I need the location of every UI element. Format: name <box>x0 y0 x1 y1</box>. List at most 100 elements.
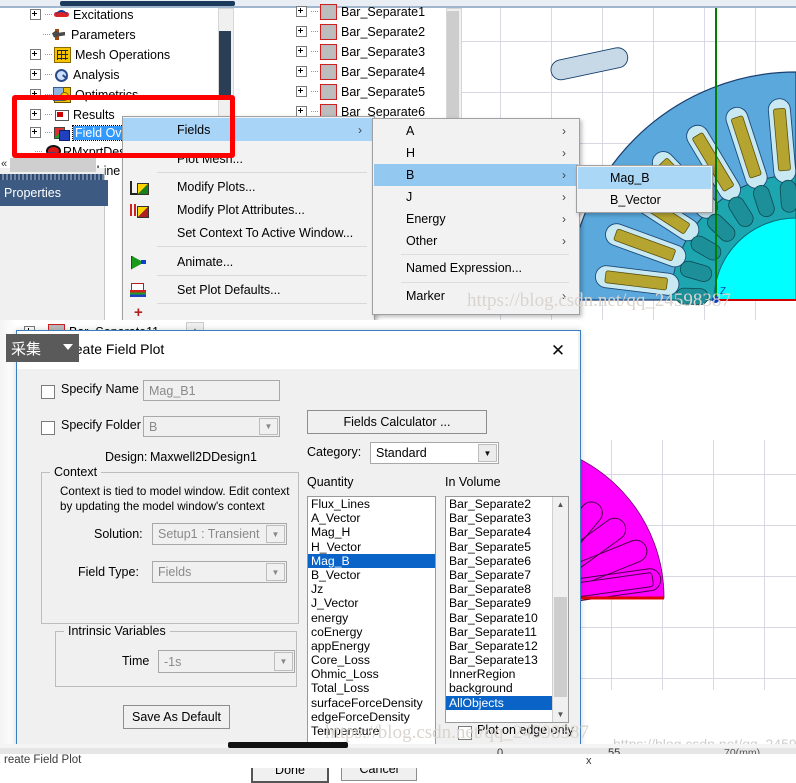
submenu-item-marker[interactable]: Marker › <box>374 285 578 307</box>
quantity-item[interactable]: Flux_Lines <box>308 497 435 511</box>
menu-item-animate[interactable]: Animate... <box>123 250 372 273</box>
tree-item-mesh-operations[interactable]: Mesh Operations <box>30 44 170 65</box>
project-tree-right-scrollbar[interactable] <box>446 8 462 122</box>
category-combo[interactable]: Standard ▼ <box>370 442 499 464</box>
in-volume-item[interactable]: Bar_Separate4 <box>446 525 568 539</box>
create-field-plot-dialog[interactable]: Create Field Plot ✕ Specify Name Mag_B1 … <box>16 330 581 783</box>
submenu-item-mag-b[interactable]: Mag_B <box>578 167 711 189</box>
quantity-item[interactable]: B_Vector <box>308 568 435 582</box>
expand-icon[interactable] <box>296 26 307 37</box>
quantity-item[interactable]: H_Vector <box>308 540 435 554</box>
quantity-item[interactable]: coEnergy <box>308 625 435 639</box>
expand-icon[interactable] <box>296 46 307 57</box>
quantity-item[interactable]: surfaceForceDensity <box>308 696 435 710</box>
quantity-item[interactable]: A_Vector <box>308 511 435 525</box>
tree-item-analysis[interactable]: Analysis <box>30 64 120 85</box>
expand-icon[interactable] <box>30 69 41 80</box>
submenu-item-energy[interactable]: Energy › <box>374 208 578 230</box>
quantity-item[interactable]: edgeForceDensity <box>308 710 435 724</box>
tree-item-excitations[interactable]: Excitations <box>30 4 133 25</box>
fields-calculator-button[interactable]: Fields Calculator ... <box>307 410 487 434</box>
tree-item-bar-separate2[interactable]: Bar_Separate2 <box>296 21 425 42</box>
quantity-item[interactable]: J_Vector <box>308 596 435 610</box>
submenu-item-b-vector[interactable]: B_Vector <box>578 189 711 211</box>
model-view-bottom[interactable] <box>580 440 796 690</box>
specify-folder-combo[interactable]: B ▼ <box>143 416 280 437</box>
scrollbar-thumb[interactable] <box>447 11 459 119</box>
field-type-combo[interactable]: Fields ▼ <box>152 561 287 583</box>
scroll-down-icon[interactable]: ▼ <box>553 707 568 722</box>
in-volume-item[interactable]: Bar_Separate2 <box>446 497 568 511</box>
submenu-item-h[interactable]: H › <box>374 142 578 164</box>
time-combo[interactable]: -1s ▼ <box>158 650 295 673</box>
close-icon[interactable]: ✕ <box>546 340 570 362</box>
save-as-default-button[interactable]: Save As Default <box>123 705 230 729</box>
menu-item-modify-plots[interactable]: Modify Plots... <box>123 175 372 198</box>
plot-on-edge-only-checkbox[interactable] <box>458 726 472 740</box>
b-field-submenu[interactable]: Mag_B B_Vector <box>576 165 713 213</box>
in-volume-item[interactable]: InnerRegion <box>446 667 568 681</box>
expand-icon[interactable] <box>30 49 41 60</box>
in-volume-item[interactable]: Bar_Separate3 <box>446 511 568 525</box>
expand-icon[interactable] <box>296 86 307 97</box>
menu-item-modify-plot-attributes[interactable]: Modify Plot Attributes... <box>123 198 372 221</box>
in-volume-item[interactable]: Bar_Separate5 <box>446 540 568 554</box>
quantity-item[interactable]: Ohmic_Loss <box>308 667 435 681</box>
dialog-title-bar[interactable]: Create Field Plot ✕ <box>17 331 578 369</box>
menu-item-set-context-to-active-window[interactable]: Set Context To Active Window... <box>123 221 372 244</box>
tree-item-bar-separate1[interactable]: Bar_Separate1 <box>296 1 425 22</box>
chevron-down-icon[interactable]: ▼ <box>274 652 293 671</box>
solution-combo[interactable]: Setup1 : Transient ▼ <box>152 523 287 545</box>
expand-icon[interactable] <box>296 6 307 17</box>
tree-item-bar-separate4[interactable]: Bar_Separate4 <box>296 61 425 82</box>
quantity-item[interactable]: Temperature <box>308 724 435 738</box>
tree-item-bar-separate5[interactable]: Bar_Separate5 <box>296 81 425 102</box>
scrollbar-thumb[interactable] <box>219 31 231 95</box>
properties-panel[interactable]: « Properties <box>0 158 108 320</box>
in-volume-item[interactable]: Bar_Separate6 <box>446 554 568 568</box>
menu-item-set-plot-defaults[interactable]: Set Plot Defaults... <box>123 278 372 301</box>
specify-folder-checkbox[interactable] <box>41 421 55 435</box>
in-volume-item[interactable]: Bar_Separate8 <box>446 582 568 596</box>
submenu-item-j[interactable]: J › <box>374 186 578 208</box>
scrollbar-thumb[interactable] <box>554 597 567 697</box>
chevron-down-icon[interactable]: ▼ <box>266 525 285 543</box>
in-volume-item[interactable]: Bar_Separate11 <box>446 625 568 639</box>
expand-icon[interactable] <box>30 9 41 20</box>
chevron-down-icon[interactable]: ▼ <box>266 563 285 581</box>
submenu-item-b[interactable]: B › <box>374 164 578 186</box>
scroll-up-icon[interactable]: ▲ <box>553 497 568 512</box>
tree-item-parameters[interactable]: Parameters <box>30 24 136 45</box>
chevron-down-icon[interactable] <box>63 344 73 350</box>
submenu-item-named-expression[interactable]: Named Expression... <box>374 257 578 279</box>
specify-name-input[interactable]: Mag_B1 <box>143 380 280 401</box>
in-volume-item[interactable]: Bar_Separate10 <box>446 611 568 625</box>
fields-submenu[interactable]: A › H › B › J › Energy › Other › Named E… <box>372 118 580 315</box>
in-volume-scrollbar[interactable]: ▲ ▼ <box>552 497 568 722</box>
quantity-item[interactable]: Mag_H <box>308 525 435 539</box>
specify-name-checkbox[interactable] <box>41 385 55 399</box>
quantity-item[interactable]: Total_Loss <box>308 681 435 695</box>
close-icon[interactable]: x <box>586 755 592 767</box>
submenu-item-other[interactable]: Other › <box>374 230 578 252</box>
in-volume-item[interactable]: Bar_Separate9 <box>446 596 568 610</box>
expand-icon[interactable] <box>296 66 307 77</box>
collapse-icon[interactable]: « <box>1 158 11 172</box>
in-volume-item[interactable]: Bar_Separate7 <box>446 568 568 582</box>
chevron-down-icon[interactable]: ▼ <box>259 418 278 435</box>
quantity-listbox[interactable]: Flux_Lines A_Vector Mag_H H_Vector Mag_B B_Ve… <box>307 496 436 746</box>
quantity-item[interactable]: appEnergy <box>308 639 435 653</box>
chevron-down-icon[interactable]: ▼ <box>478 444 497 462</box>
in-volume-listbox[interactable]: Bar_Separate2 Bar_Separate3 Bar_Separate4 B… <box>445 496 569 723</box>
properties-tab-strip[interactable] <box>10 158 96 172</box>
submenu-item-a[interactable]: A › <box>374 120 578 142</box>
tree-item-bar-separate3[interactable]: Bar_Separate3 <box>296 41 425 62</box>
capture-badge[interactable]: 采集 <box>6 334 79 362</box>
in-volume-item[interactable]: Bar_Separate13 <box>446 653 568 667</box>
in-volume-item[interactable]: AllObjects <box>446 695 568 710</box>
quantity-item[interactable]: energy <box>308 611 435 625</box>
taskbar[interactable]: reate Field Plot <box>0 754 796 768</box>
quantity-item[interactable]: Core_Loss <box>308 653 435 667</box>
in-volume-item[interactable]: background <box>446 681 568 695</box>
in-volume-item[interactable]: Bar_Separate12 <box>446 639 568 653</box>
